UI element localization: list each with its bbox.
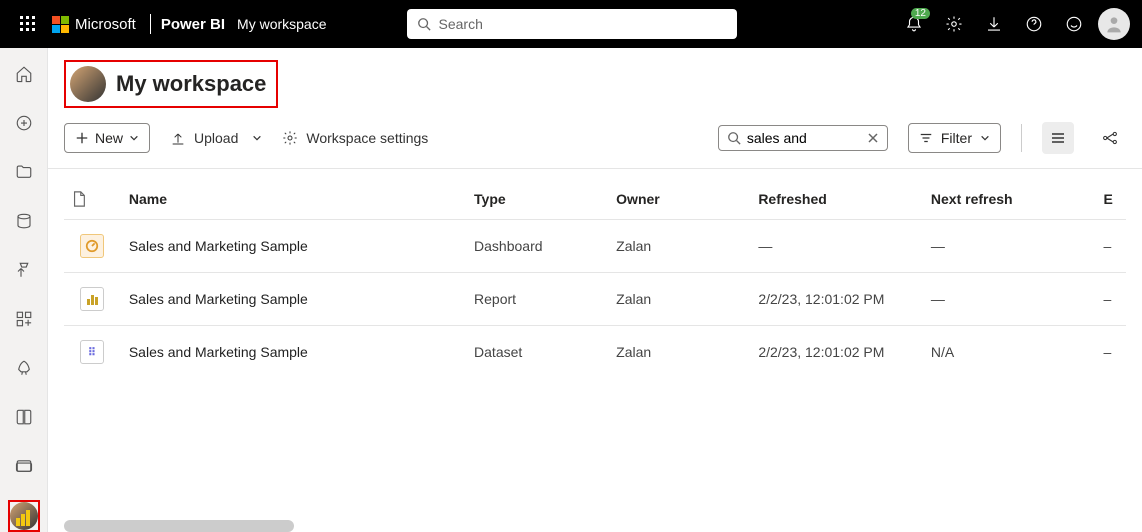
settings-label: Workspace settings <box>306 130 428 146</box>
item-owner: Zalan <box>608 220 750 273</box>
divider <box>1021 124 1022 152</box>
workspace-settings-button[interactable]: Workspace settings <box>282 130 428 146</box>
workspace-avatar <box>70 66 106 102</box>
smiley-icon <box>1065 15 1083 33</box>
col-name[interactable]: Name <box>121 179 466 220</box>
item-extra: – <box>1096 273 1127 326</box>
upload-icon <box>170 130 186 146</box>
page-title: My workspace <box>116 71 266 97</box>
browse-nav-icon[interactable] <box>8 156 40 187</box>
item-name[interactable]: Sales and Marketing Sample <box>121 326 466 379</box>
microsoft-logo: Microsoft <box>52 16 136 33</box>
item-next-refresh: — <box>923 220 1096 273</box>
workspaces-nav-icon[interactable] <box>8 451 40 482</box>
list-view-button[interactable] <box>1042 122 1074 154</box>
powerbi-logo-icon[interactable] <box>16 510 32 526</box>
item-owner: Zalan <box>608 273 750 326</box>
filter-label: Filter <box>941 130 972 146</box>
item-type: Report <box>466 273 608 326</box>
learn-nav-icon[interactable] <box>8 402 40 433</box>
global-header: Microsoft Power BI My workspace Search 1… <box>0 0 1142 48</box>
horizontal-scrollbar[interactable] <box>64 520 294 532</box>
workspace-header: My workspace <box>64 60 278 108</box>
microsoft-label: Microsoft <box>75 16 136 33</box>
search-icon <box>727 131 741 145</box>
item-name[interactable]: Sales and Marketing Sample <box>121 273 466 326</box>
settings-button[interactable] <box>934 0 974 48</box>
upload-button[interactable]: Upload <box>170 130 262 146</box>
new-button[interactable]: New <box>64 123 150 153</box>
col-extra[interactable]: E <box>1096 179 1127 220</box>
search-icon <box>417 17 431 31</box>
item-type: Dataset <box>466 326 608 379</box>
item-type: Dashboard <box>466 220 608 273</box>
new-label: New <box>95 130 123 146</box>
lineage-icon <box>1102 130 1118 146</box>
microsoft-logo-icon <box>52 16 69 33</box>
data-hub-nav-icon[interactable] <box>8 205 40 236</box>
apps-nav-icon[interactable] <box>8 304 40 335</box>
filter-button[interactable]: Filter <box>908 123 1001 153</box>
product-label[interactable]: Power BI <box>161 16 225 33</box>
feedback-button[interactable] <box>1054 0 1094 48</box>
col-owner[interactable]: Owner <box>608 179 750 220</box>
download-button[interactable] <box>974 0 1014 48</box>
create-nav-icon[interactable] <box>8 107 40 138</box>
dashboard-icon <box>80 234 104 258</box>
plus-icon <box>75 131 89 145</box>
main-content: My workspace New Upload Workspace settin… <box>48 48 1142 532</box>
chevron-down-icon <box>980 133 990 143</box>
gear-icon <box>282 130 298 146</box>
search-placeholder: Search <box>439 16 483 32</box>
col-next-refresh[interactable]: Next refresh <box>923 179 1096 220</box>
report-icon <box>80 287 104 311</box>
list-view-icon <box>1050 130 1066 146</box>
item-refreshed: 2/2/23, 12:01:02 PM <box>750 326 923 379</box>
help-icon <box>1025 15 1043 33</box>
content-grid: Name Type Owner Refreshed Next refresh E… <box>48 169 1142 378</box>
toolbar: New Upload Workspace settings Filter <box>48 112 1142 169</box>
filter-search-input[interactable] <box>747 130 861 146</box>
filter-search[interactable] <box>718 125 888 151</box>
upload-label: Upload <box>194 130 238 146</box>
table-row[interactable]: ⠿ Sales and Marketing SampleDatasetZalan2… <box>64 326 1126 379</box>
breadcrumb[interactable]: My workspace <box>237 16 326 32</box>
download-icon <box>985 15 1003 33</box>
table-row[interactable]: Sales and Marketing SampleDashboardZalan… <box>64 220 1126 273</box>
deployment-nav-icon[interactable] <box>8 353 40 384</box>
item-name[interactable]: Sales and Marketing Sample <box>121 220 466 273</box>
col-refreshed[interactable]: Refreshed <box>750 179 923 220</box>
item-next-refresh: N/A <box>923 326 1096 379</box>
app-launcher-icon[interactable] <box>8 16 48 32</box>
item-refreshed: — <box>750 220 923 273</box>
item-next-refresh: — <box>923 273 1096 326</box>
item-refreshed: 2/2/23, 12:01:02 PM <box>750 273 923 326</box>
lineage-view-button[interactable] <box>1094 122 1126 154</box>
filter-icon <box>919 131 933 145</box>
clear-search-icon[interactable] <box>867 132 879 144</box>
dataset-icon: ⠿ <box>80 340 104 364</box>
chevron-down-icon <box>129 133 139 143</box>
item-extra: – <box>1096 220 1127 273</box>
metrics-nav-icon[interactable] <box>8 254 40 285</box>
nav-rail <box>0 48 48 532</box>
notification-badge: 12 <box>911 8 930 19</box>
avatar-icon <box>1098 8 1130 40</box>
notifications-button[interactable]: 12 <box>894 0 934 48</box>
home-nav-icon[interactable] <box>8 58 40 89</box>
global-search[interactable]: Search <box>407 9 737 39</box>
chevron-down-icon <box>252 133 262 143</box>
divider <box>150 14 151 34</box>
file-icon <box>72 191 86 207</box>
col-type[interactable]: Type <box>466 179 608 220</box>
gear-icon <box>945 15 963 33</box>
help-button[interactable] <box>1014 0 1054 48</box>
account-button[interactable] <box>1094 0 1134 48</box>
item-extra: – <box>1096 326 1127 379</box>
table-row[interactable]: Sales and Marketing SampleReportZalan2/2… <box>64 273 1126 326</box>
item-owner: Zalan <box>608 326 750 379</box>
table-header-row: Name Type Owner Refreshed Next refresh E <box>64 179 1126 220</box>
